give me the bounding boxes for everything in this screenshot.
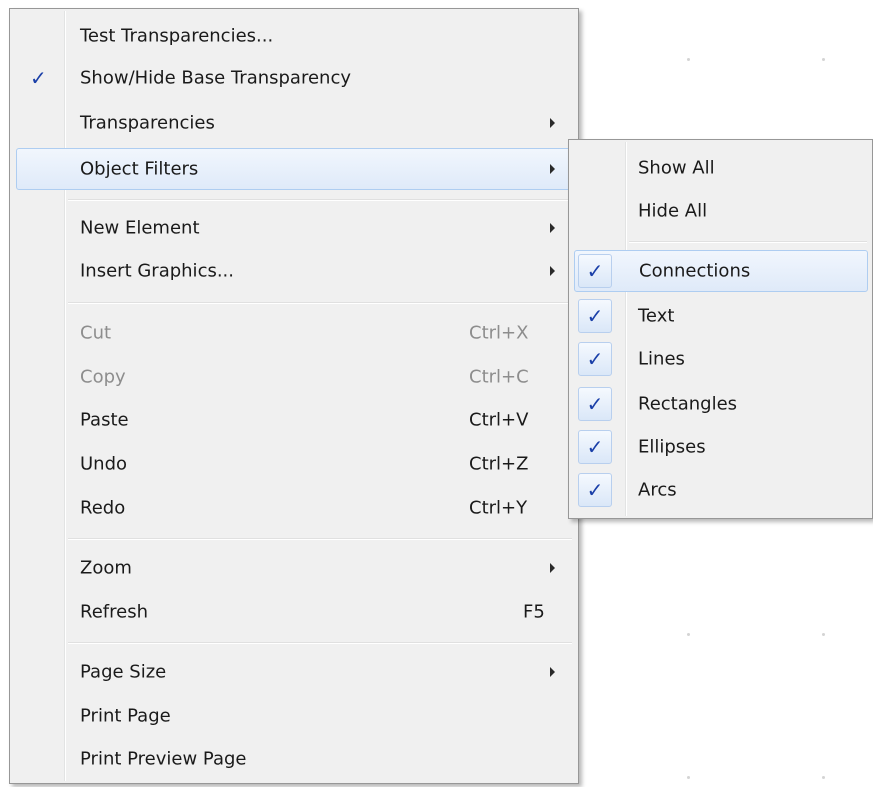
menu-item-zoom[interactable]: Zoom xyxy=(13,549,573,587)
submenu-arrow-icon xyxy=(550,223,555,233)
menu-item-print-preview-page[interactable]: Print Preview Page xyxy=(13,740,573,778)
submenu-arrow-icon xyxy=(550,667,555,677)
checkmark-icon: ✓ xyxy=(578,254,612,288)
menu-item-label: Zoom xyxy=(80,557,132,579)
menu-separator xyxy=(629,241,867,243)
menu-item-label: Object Filters xyxy=(80,158,199,180)
menu-item-label: Redo xyxy=(80,497,126,519)
menu-item-label: Print Preview Page xyxy=(80,748,247,770)
grid-dot xyxy=(822,58,825,61)
menu-item-undo[interactable]: Undo Ctrl+Z xyxy=(13,445,573,483)
submenu-arrow-icon xyxy=(550,164,555,174)
submenu-item-label: Show All xyxy=(638,157,715,179)
submenu-item-label: Connections xyxy=(639,260,751,282)
menu-item-label: Refresh xyxy=(80,601,148,623)
menu-item-label: Cut xyxy=(80,322,112,344)
menu-item-paste[interactable]: Paste Ctrl+V xyxy=(13,401,573,439)
menu-separator xyxy=(68,642,572,644)
menu-item-object-filters[interactable]: Object Filters xyxy=(16,148,573,190)
submenu-item-label: Ellipses xyxy=(638,436,706,458)
submenu-item-arcs[interactable]: Arcs xyxy=(572,471,870,509)
menu-item-label: Print Page xyxy=(80,705,171,727)
checkmark-icon: ✓ xyxy=(578,387,612,421)
menu-item-label: Copy xyxy=(80,366,126,388)
menu-item-label: Test Transparencies... xyxy=(80,25,274,47)
checkmark-icon: ✓ xyxy=(578,430,612,464)
checkmark-icon: ✓ xyxy=(578,299,612,333)
checkmark-icon: ✓ xyxy=(30,66,47,90)
menu-item-redo[interactable]: Redo Ctrl+Y xyxy=(13,489,573,527)
submenu-item-ellipses[interactable]: Ellipses xyxy=(572,428,870,466)
submenu-item-rectangles[interactable]: Rectangles xyxy=(572,385,870,423)
submenu-arrow-icon xyxy=(550,563,555,573)
menu-item-show-hide-base-transparency[interactable]: ✓ Show/Hide Base Transparency xyxy=(13,59,573,97)
menu-item-shortcut: Ctrl+C xyxy=(469,366,529,388)
menu-item-copy[interactable]: Copy Ctrl+C xyxy=(13,358,573,396)
submenu-item-label: Text xyxy=(638,305,675,327)
object-filters-submenu: Show All Hide All Connections ✓ Text ✓ L… xyxy=(568,139,873,519)
grid-dot xyxy=(687,776,690,779)
submenu-item-label: Hide All xyxy=(638,200,708,222)
menu-item-label: Show/Hide Base Transparency xyxy=(80,67,352,89)
menu-separator xyxy=(68,199,572,201)
menu-item-page-size[interactable]: Page Size xyxy=(13,653,573,691)
submenu-arrow-icon xyxy=(550,266,555,276)
grid-dot xyxy=(687,58,690,61)
menu-item-shortcut: Ctrl+Z xyxy=(469,453,529,475)
checkmark-icon: ✓ xyxy=(578,342,612,376)
grid-dot xyxy=(687,633,690,636)
menu-separator xyxy=(68,302,572,304)
grid-dot xyxy=(822,633,825,636)
checkmark-icon: ✓ xyxy=(578,473,612,507)
submenu-item-label: Lines xyxy=(638,348,685,370)
menu-item-shortcut: Ctrl+V xyxy=(469,409,529,431)
submenu-item-show-all[interactable]: Show All xyxy=(572,149,870,187)
submenu-item-hide-all[interactable]: Hide All xyxy=(572,192,870,230)
submenu-item-label: Arcs xyxy=(638,479,677,501)
menu-item-label: Paste xyxy=(80,409,129,431)
menu-item-shortcut: F5 xyxy=(523,601,545,623)
submenu-arrow-icon xyxy=(550,118,555,128)
menu-item-label: Insert Graphics... xyxy=(80,260,235,282)
submenu-item-label: Rectangles xyxy=(638,393,738,415)
menu-separator xyxy=(68,538,572,540)
menu-item-print-page[interactable]: Print Page xyxy=(13,697,573,735)
menu-item-shortcut: Ctrl+X xyxy=(469,322,529,344)
menu-item-insert-graphics[interactable]: Insert Graphics... xyxy=(13,252,573,290)
menu-item-label: Transparencies xyxy=(80,112,215,134)
grid-dot xyxy=(822,776,825,779)
menu-item-shortcut: Ctrl+Y xyxy=(469,497,528,519)
submenu-item-text[interactable]: Text xyxy=(572,297,870,335)
submenu-item-connections[interactable]: Connections xyxy=(574,250,868,292)
menu-item-test-transparencies[interactable]: Test Transparencies... xyxy=(13,17,573,55)
menu-item-label: New Element xyxy=(80,217,200,239)
context-menu: Test Transparencies... ✓ Show/Hide Base … xyxy=(9,8,579,784)
menu-item-refresh[interactable]: Refresh F5 xyxy=(13,593,573,631)
menu-item-transparencies[interactable]: Transparencies xyxy=(13,104,573,142)
menu-item-label: Undo xyxy=(80,453,128,475)
submenu-item-lines[interactable]: Lines xyxy=(572,340,870,378)
menu-item-new-element[interactable]: New Element xyxy=(13,209,573,247)
menu-item-cut[interactable]: Cut Ctrl+X xyxy=(13,314,573,352)
menu-item-label: Page Size xyxy=(80,661,167,683)
